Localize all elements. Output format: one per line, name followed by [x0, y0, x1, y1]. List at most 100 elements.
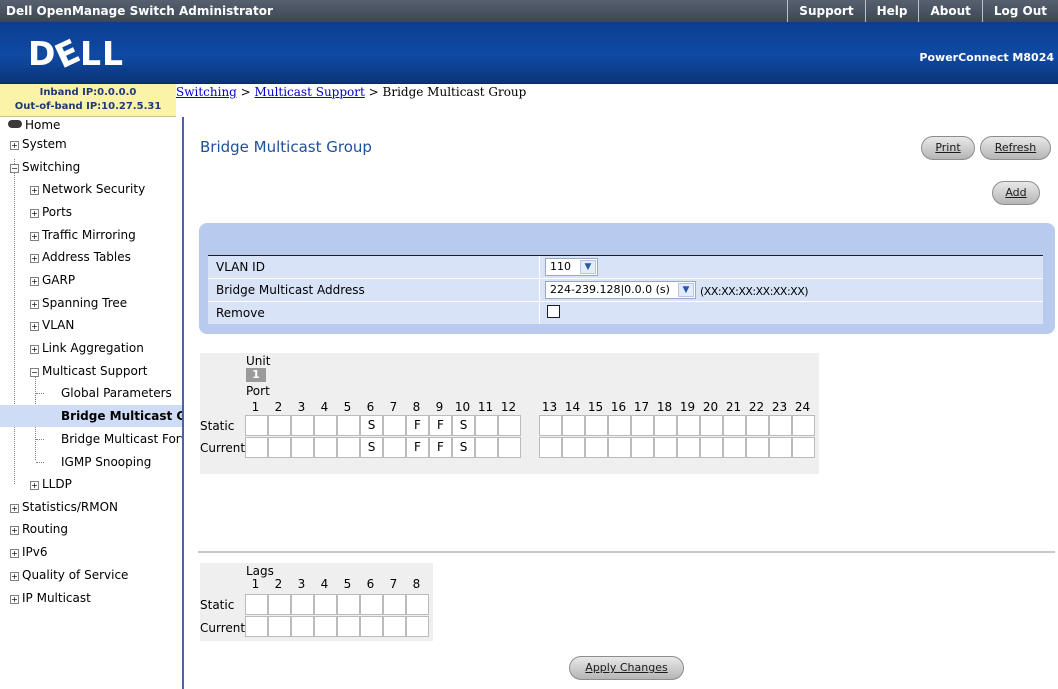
support-link[interactable]: Support — [787, 0, 864, 22]
port-current-cell-8[interactable]: F — [406, 437, 429, 458]
minus-icon[interactable]: − — [30, 368, 39, 377]
sidebar-item-link-aggregation[interactable]: + Link Aggregation — [30, 337, 144, 359]
sidebar-item-spanning-tree[interactable]: + Spanning Tree — [30, 292, 127, 314]
remove-checkbox[interactable] — [547, 305, 560, 318]
help-link[interactable]: Help — [864, 0, 919, 22]
plus-icon[interactable]: + — [30, 481, 39, 490]
port-static-cell-8[interactable]: F — [406, 415, 429, 436]
plus-icon[interactable]: + — [30, 345, 39, 354]
port-current-cell-6[interactable]: S — [360, 437, 383, 458]
lag-static-cell-1[interactable] — [245, 594, 268, 615]
port-current-cell-13[interactable] — [539, 437, 562, 458]
port-current-cell-12[interactable] — [498, 437, 521, 458]
sidebar-item-quality-of-service[interactable]: + Quality of Service — [10, 564, 128, 586]
lag-static-cell-8[interactable] — [406, 594, 429, 615]
sidebar-item-multicast-support[interactable]: − Multicast Support — [30, 360, 148, 382]
port-static-cell-12[interactable] — [498, 415, 521, 436]
lag-static-cell-3[interactable] — [291, 594, 314, 615]
port-current-cell-3[interactable] — [291, 437, 314, 458]
lag-current-cell-1[interactable] — [245, 616, 268, 637]
lag-static-cell-2[interactable] — [268, 594, 291, 615]
port-static-cell-19[interactable] — [677, 415, 700, 436]
port-static-cell-13[interactable] — [539, 415, 562, 436]
port-current-cell-24[interactable] — [792, 437, 815, 458]
lag-static-cell-5[interactable] — [337, 594, 360, 615]
port-current-cell-20[interactable] — [700, 437, 723, 458]
port-static-cell-9[interactable]: F — [429, 415, 452, 436]
minus-icon[interactable]: − — [10, 164, 19, 173]
port-current-cell-11[interactable] — [475, 437, 498, 458]
lag-current-cell-7[interactable] — [383, 616, 406, 637]
port-current-cell-17[interactable] — [631, 437, 654, 458]
plus-icon[interactable]: + — [30, 186, 39, 195]
sidebar-item-network-security[interactable]: + Network Security — [30, 178, 145, 200]
sidebar-item-bridge-multicast-forward[interactable]: Bridge Multicast Forw — [61, 428, 182, 450]
port-current-cell-7[interactable] — [383, 437, 406, 458]
port-static-cell-1[interactable] — [245, 415, 268, 436]
plus-icon[interactable]: + — [10, 572, 19, 581]
plus-icon[interactable]: + — [10, 141, 19, 150]
sidebar-item-igmp-snooping[interactable]: IGMP Snooping — [61, 451, 151, 473]
port-current-cell-21[interactable] — [723, 437, 746, 458]
sidebar-item-system[interactable]: + System — [10, 133, 67, 155]
sidebar-item-vlan[interactable]: + VLAN — [30, 314, 74, 336]
port-current-cell-10[interactable]: S — [452, 437, 475, 458]
about-link[interactable]: About — [918, 0, 981, 22]
lag-current-cell-4[interactable] — [314, 616, 337, 637]
sidebar-item-garp[interactable]: + GARP — [30, 269, 75, 291]
sidebar-item-ip-multicast[interactable]: + IP Multicast — [10, 587, 91, 609]
add-button[interactable]: Add — [992, 181, 1040, 205]
port-static-cell-7[interactable] — [383, 415, 406, 436]
port-static-cell-3[interactable] — [291, 415, 314, 436]
port-current-cell-15[interactable] — [585, 437, 608, 458]
port-current-cell-2[interactable] — [268, 437, 291, 458]
port-static-cell-6[interactable]: S — [360, 415, 383, 436]
port-static-cell-16[interactable] — [608, 415, 631, 436]
sidebar-item-ipv6[interactable]: + IPv6 — [10, 541, 48, 563]
lag-static-cell-7[interactable] — [383, 594, 406, 615]
sidebar-item-statistics-rmon[interactable]: + Statistics/RMON — [10, 496, 118, 518]
plus-icon[interactable]: + — [30, 322, 39, 331]
lag-current-cell-5[interactable] — [337, 616, 360, 637]
plus-icon[interactable]: + — [30, 254, 39, 263]
plus-icon[interactable]: + — [30, 300, 39, 309]
sidebar-item-lldp[interactable]: + LLDP — [30, 473, 72, 495]
lag-static-cell-6[interactable] — [360, 594, 383, 615]
port-current-cell-5[interactable] — [337, 437, 360, 458]
sidebar-item-switching[interactable]: − Switching — [10, 156, 80, 178]
port-static-cell-5[interactable] — [337, 415, 360, 436]
port-static-cell-24[interactable] — [792, 415, 815, 436]
sidebar-item-routing[interactable]: + Routing — [10, 518, 68, 540]
lag-current-cell-2[interactable] — [268, 616, 291, 637]
breadcrumb-switching-link[interactable]: Switching — [176, 85, 237, 99]
port-current-cell-4[interactable] — [314, 437, 337, 458]
plus-icon[interactable]: + — [30, 232, 39, 241]
plus-icon[interactable]: + — [10, 526, 19, 535]
plus-icon[interactable]: + — [10, 504, 19, 513]
port-static-cell-18[interactable] — [654, 415, 677, 436]
vlan-id-select[interactable]: 110 ▼ — [545, 258, 598, 276]
lag-static-cell-4[interactable] — [314, 594, 337, 615]
port-static-cell-21[interactable] — [723, 415, 746, 436]
logout-link[interactable]: Log Out — [981, 0, 1058, 22]
sidebar-item-traffic-mirroring[interactable]: + Traffic Mirroring — [30, 224, 136, 246]
port-static-cell-22[interactable] — [746, 415, 769, 436]
port-current-cell-14[interactable] — [562, 437, 585, 458]
plus-icon[interactable]: + — [10, 595, 19, 604]
port-static-cell-2[interactable] — [268, 415, 291, 436]
refresh-button[interactable]: Refresh — [980, 136, 1051, 160]
port-static-cell-14[interactable] — [562, 415, 585, 436]
breadcrumb-multicast-link[interactable]: Multicast Support — [255, 85, 365, 99]
lag-current-cell-8[interactable] — [406, 616, 429, 637]
port-static-cell-4[interactable] — [314, 415, 337, 436]
plus-icon[interactable]: + — [30, 209, 39, 218]
port-current-cell-18[interactable] — [654, 437, 677, 458]
port-current-cell-9[interactable]: F — [429, 437, 452, 458]
print-button[interactable]: Print — [921, 136, 975, 160]
apply-changes-button[interactable]: Apply Changes — [569, 656, 684, 680]
bridge-multicast-address-select[interactable]: 224-239.128|0.0.0 (s) ▼ — [545, 281, 696, 299]
port-current-cell-19[interactable] — [677, 437, 700, 458]
port-current-cell-22[interactable] — [746, 437, 769, 458]
unit-badge[interactable]: 1 — [246, 368, 266, 382]
port-static-cell-10[interactable]: S — [452, 415, 475, 436]
